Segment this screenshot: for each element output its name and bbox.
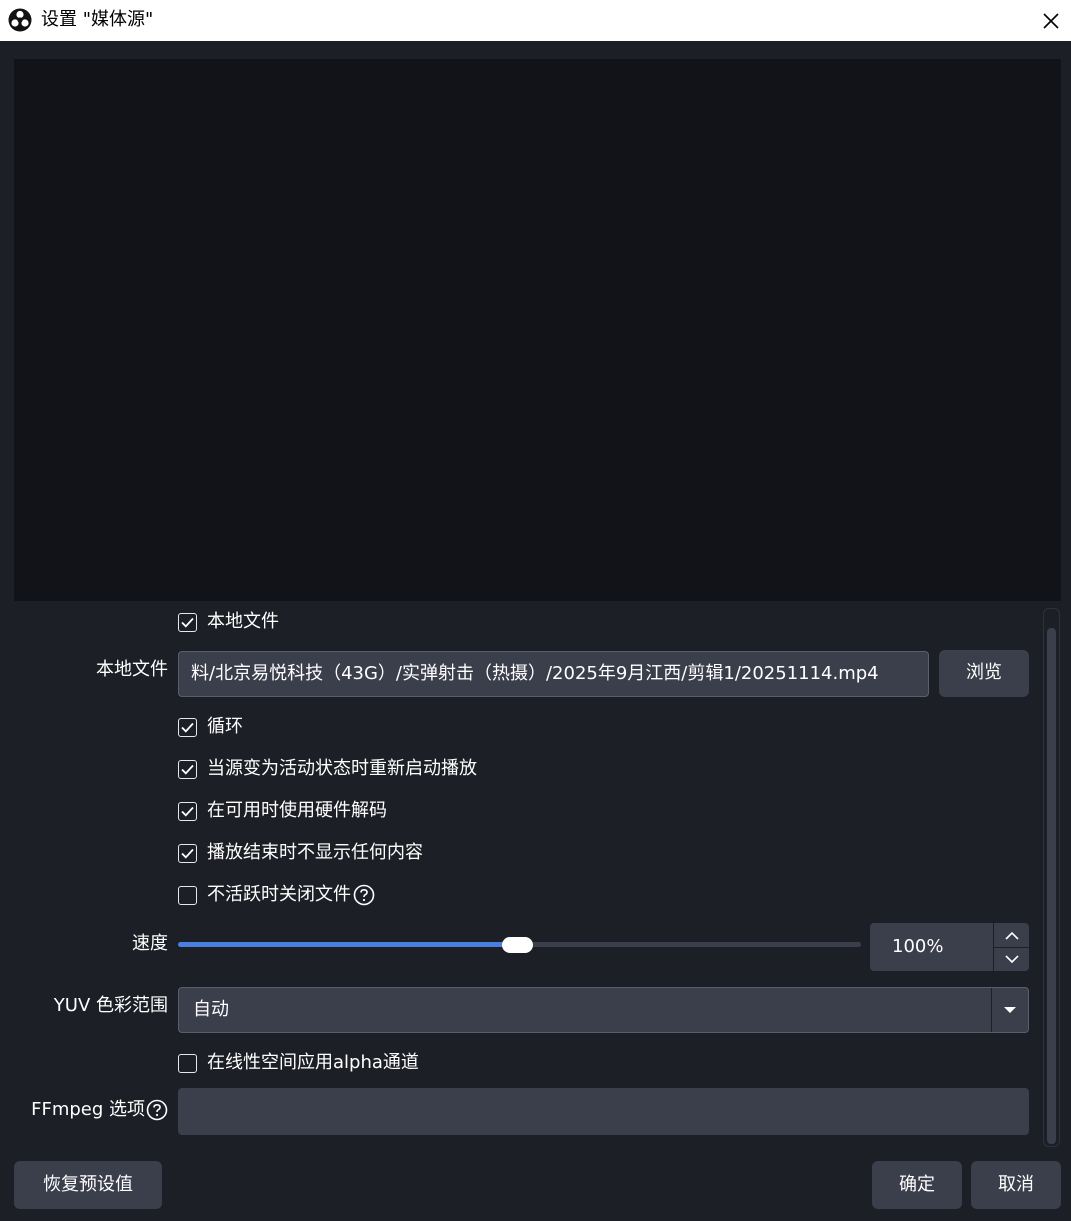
linear-alpha-checkbox[interactable]: 在线性空间应用alpha通道 (178, 1051, 419, 1075)
close-icon (1043, 12, 1059, 29)
chevron-down-icon (1005, 954, 1019, 963)
checkbox-checked (178, 759, 197, 779)
ffmpeg-label-group: FFmpeg 选项 (18, 1098, 168, 1122)
hw-decode-checkbox[interactable]: 在可用时使用硬件解码 (178, 799, 387, 823)
scrollbar-thumb[interactable] (1047, 628, 1056, 1144)
clear-on-end-label: 播放结束时不显示任何内容 (207, 842, 423, 863)
close-when-inactive-label: 不活跃时关闭文件 (207, 884, 351, 905)
ffmpeg-options-label: FFmpeg 选项 (31, 1099, 145, 1120)
local-file-checkbox-label: 本地文件 (207, 611, 279, 632)
clear-on-end-checkbox[interactable]: 播放结束时不显示任何内容 (178, 841, 423, 865)
speed-slider-filled[interactable] (178, 942, 518, 947)
checkmark-icon (181, 764, 194, 775)
local-file-checkbox[interactable]: 本地文件 (178, 610, 279, 634)
close-when-inactive-checkbox[interactable]: 不活跃时关闭文件 (178, 883, 375, 907)
checkbox-checked (178, 843, 197, 863)
cancel-button[interactable]: 取消 (971, 1161, 1061, 1209)
checkbox-unchecked (178, 1053, 197, 1073)
speed-slider-track[interactable] (518, 942, 861, 947)
yuv-range-select[interactable]: 自动 (178, 987, 1029, 1033)
title-bar: 设置 "媒体源" (0, 0, 1071, 41)
local-file-input[interactable]: 料/北京易悦科技（43G）/实弹射击（热摄）/2025年9月江西/剪辑1/202… (178, 651, 929, 697)
checkmark-icon (181, 806, 194, 817)
chevron-up-icon (1005, 931, 1019, 940)
browse-button[interactable]: 浏览 (939, 650, 1029, 697)
spin-up-button[interactable] (994, 923, 1030, 948)
checkmark-icon (181, 722, 194, 733)
spin-buttons (993, 923, 1030, 971)
hw-decode-label: 在可用时使用硬件解码 (207, 800, 387, 821)
help-icon[interactable] (353, 884, 375, 906)
speed-slider-handle[interactable] (502, 937, 533, 953)
close-button[interactable] (1031, 0, 1071, 41)
checkbox-checked (178, 717, 197, 737)
obs-logo-icon (8, 8, 32, 32)
yuv-range-value: 自动 (193, 999, 229, 1020)
ffmpeg-options-input[interactable] (178, 1088, 1029, 1135)
spin-down-button[interactable] (994, 947, 1030, 971)
local-file-label: 本地文件 (96, 659, 168, 680)
speed-label: 速度 (132, 933, 168, 954)
checkmark-icon (181, 848, 194, 859)
checkbox-unchecked (178, 885, 197, 905)
checkbox-checked (178, 801, 197, 821)
help-icon[interactable] (146, 1099, 168, 1121)
media-preview (14, 59, 1061, 601)
restart-on-activate-checkbox[interactable]: 当源变为活动状态时重新启动播放 (178, 757, 477, 781)
checkbox-checked (178, 612, 197, 632)
loop-label: 循环 (207, 716, 243, 737)
linear-alpha-label: 在线性空间应用alpha通道 (207, 1052, 419, 1073)
checkmark-icon (181, 617, 194, 628)
restore-defaults-button[interactable]: 恢复预设值 (14, 1161, 162, 1209)
ok-button[interactable]: 确定 (872, 1161, 962, 1209)
speed-value: 100% (892, 936, 944, 957)
caret-down-icon (1004, 1007, 1016, 1013)
speed-spinbox[interactable]: 100% (870, 923, 1030, 971)
restart-on-activate-label: 当源变为活动状态时重新启动播放 (207, 758, 477, 779)
yuv-range-label: YUV 色彩范围 (53, 995, 168, 1016)
dropdown-arrow[interactable] (991, 988, 1028, 1032)
window-title: 设置 "媒体源" (41, 9, 154, 30)
loop-checkbox[interactable]: 循环 (178, 715, 243, 739)
